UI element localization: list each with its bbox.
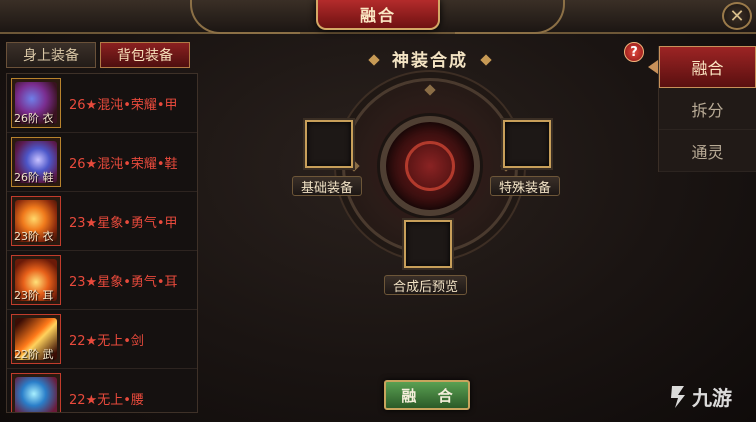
list-item[interactable]: 26阶 衣 26★混沌•荣耀•甲	[7, 74, 197, 133]
item-name: 23★星象•勇气•甲	[69, 215, 178, 231]
equipment-list[interactable]: 26阶 衣 26★混沌•荣耀•甲 26阶 鞋 26★混沌•荣耀•鞋 23阶 衣 …	[6, 73, 198, 413]
list-item[interactable]: 23阶 衣 23★星象•勇气•甲	[7, 192, 197, 251]
item-name: 26★混沌•荣耀•甲	[69, 97, 178, 113]
fusion-rune-icon	[405, 141, 455, 191]
armor-icon: 23阶 衣	[11, 196, 61, 246]
left-tab-bar: 身上装备 背包装备	[6, 42, 190, 68]
armor-icon: 26阶 衣	[11, 78, 61, 128]
panel-title: 神装合成	[392, 51, 468, 71]
preview-slot	[404, 220, 452, 268]
list-item[interactable]: 22阶 武 22★无上•剑	[7, 310, 197, 369]
close-button[interactable]: ✕	[722, 2, 752, 30]
item-name: 23★星象•勇气•耳	[69, 274, 178, 290]
preview-label: 合成后预览	[384, 275, 468, 295]
list-item[interactable]: 23阶 耳 23★星象•勇气•耳	[7, 251, 197, 310]
tab-fuse[interactable]: 融合	[659, 46, 756, 88]
tab-backpack[interactable]: 背包装备	[100, 42, 190, 68]
base-equipment-label: 基础装备	[292, 176, 363, 196]
sword-icon: 22阶 武	[11, 314, 61, 364]
item-grade: 22阶 武	[14, 348, 54, 361]
item-grade: 26阶 衣	[14, 112, 54, 125]
item-name: 22★无上•剑	[69, 333, 144, 349]
fuse-button[interactable]: 融 合	[384, 380, 470, 410]
watermark-text: 九游	[692, 386, 732, 410]
item-name: 26★混沌•荣耀•鞋	[69, 156, 178, 172]
tab-spirit[interactable]: 通灵	[659, 130, 756, 172]
belt-icon	[11, 373, 61, 412]
item-grade: 23阶 衣	[14, 230, 54, 243]
boots-icon: 26阶 鞋	[11, 137, 61, 187]
earring-icon: 23阶 耳	[11, 255, 61, 305]
item-grade: 23阶 耳	[14, 289, 54, 302]
fusion-window: 融合 ✕ 身上装备 背包装备 26阶 衣 26★混沌•荣耀•甲 26阶 鞋 26…	[0, 0, 756, 422]
item-grade: 26阶 鞋	[14, 171, 54, 184]
jiuyou-logo-icon	[671, 385, 685, 408]
top-bar: 融合 ✕	[0, 0, 756, 34]
watermark: 九游	[668, 382, 732, 411]
special-equipment-slot[interactable]	[503, 120, 551, 168]
ornament-right	[455, 0, 565, 34]
tab-split[interactable]: 拆分	[659, 88, 756, 130]
help-button[interactable]: ?	[624, 42, 644, 62]
tab-equipped[interactable]: 身上装备	[6, 42, 96, 68]
special-equipment-label: 特殊装备	[490, 176, 561, 196]
item-name: 22★无上•腰	[69, 392, 144, 408]
base-equipment-slot[interactable]	[305, 120, 353, 168]
close-icon: ✕	[729, 5, 745, 27]
right-tab-bar: 融合 拆分 通灵	[658, 46, 756, 172]
window-title: 融合	[316, 0, 440, 30]
list-item[interactable]: 22★无上•腰	[7, 369, 197, 412]
list-item[interactable]: 26阶 鞋 26★混沌•荣耀•鞋	[7, 133, 197, 192]
ornament-left	[190, 0, 300, 34]
active-tab-arrow-icon	[648, 60, 658, 74]
